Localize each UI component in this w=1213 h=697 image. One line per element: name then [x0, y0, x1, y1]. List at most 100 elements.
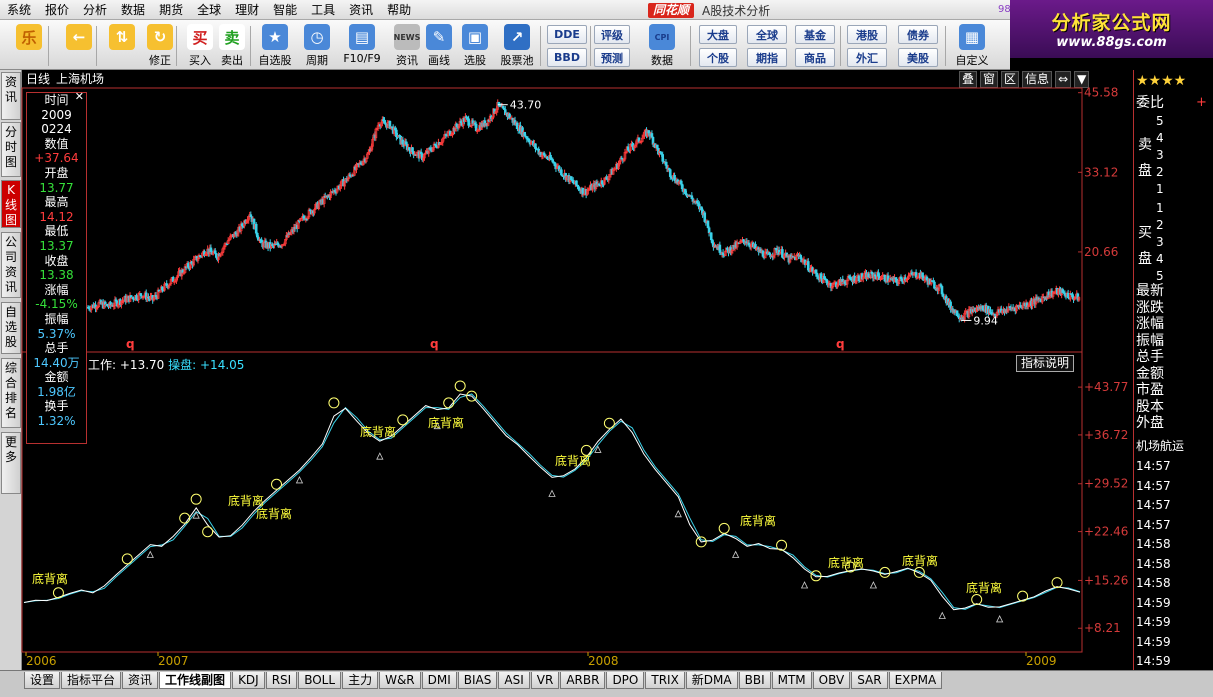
toolbar-button-11[interactable]: ▣ 选股	[458, 24, 492, 68]
bottom-tab-17[interactable]: BBI	[738, 672, 771, 689]
bottom-tab-1[interactable]: 指标平台	[61, 672, 122, 689]
left-tab-4[interactable]: 自选股	[1, 302, 21, 354]
kline-chart[interactable]: 45.5833.1220.6643.709.94q q q+43.77+36.72+…	[0, 0, 1213, 697]
left-tab-1[interactable]: 分时图	[1, 122, 21, 177]
toolbar-button-10[interactable]: ✎ 画线	[422, 24, 456, 68]
menu-item-8[interactable]: 工具	[304, 0, 342, 20]
chart-head-button-4[interactable]: ⇔	[1055, 71, 1072, 88]
toolbar-button-9[interactable]: NEWS 资讯	[390, 24, 424, 68]
left-tab-0[interactable]: 资讯	[1, 72, 21, 120]
toolbar-small-button-3[interactable]: 预测	[594, 48, 630, 67]
toolbar-button-8[interactable]: ▤ F10/F9	[343, 24, 381, 68]
candle-body	[827, 283, 831, 286]
bottom-tab-20[interactable]: SAR	[851, 672, 888, 689]
candle-body	[439, 142, 442, 146]
candle-body	[171, 277, 175, 282]
bottom-tab-16[interactable]: 新DMA	[685, 672, 738, 689]
bottom-tab-9[interactable]: DMI	[421, 672, 457, 689]
chart-head-button-5[interactable]: ▼	[1074, 71, 1090, 88]
toolbar-small-button-8[interactable]: 债券	[898, 25, 938, 44]
chart-head-button-1[interactable]: 窗	[980, 71, 999, 88]
bottom-tab-6[interactable]: BOLL	[298, 672, 342, 689]
candle-body	[671, 177, 674, 180]
menu-item-0[interactable]: 系统	[0, 0, 38, 20]
bottom-tab-12[interactable]: VR	[530, 672, 560, 689]
toolbar-button-14[interactable]: ▦ 自定义	[955, 24, 989, 68]
toolbar-small-button-4[interactable]: 大盘	[699, 25, 737, 44]
candle-body	[627, 150, 631, 152]
toolbar-small-button-13[interactable]: 美股	[898, 48, 938, 67]
toolbar-button-3[interactable]: ↻ 修正	[143, 24, 177, 68]
toolbar-small-button-10[interactable]: 期指	[747, 48, 787, 67]
bottom-tab-18[interactable]: MTM	[771, 672, 812, 689]
toolbar-small-button-2[interactable]: BBD	[547, 48, 587, 67]
menu-item-5[interactable]: 全球	[190, 0, 228, 20]
left-tab-5[interactable]: 综合排名	[1, 358, 21, 428]
menu-item-2[interactable]: 分析	[76, 0, 114, 20]
bottom-tab-2[interactable]: 资讯	[122, 672, 159, 689]
left-tab-6[interactable]: 更多	[1, 432, 21, 494]
signal-circle	[695, 536, 707, 548]
bottom-tab-4[interactable]: KDJ	[232, 672, 265, 689]
chart-head-button-3[interactable]: 信息	[1022, 71, 1053, 88]
bottom-tab-21[interactable]: EXPMA	[888, 672, 943, 689]
toolbar-small-button-12[interactable]: 外汇	[847, 48, 887, 67]
bottom-tab-11[interactable]: ASI	[498, 672, 530, 689]
bottom-tab-3[interactable]: 工作线副图	[159, 672, 232, 689]
menu-item-10[interactable]: 帮助	[380, 0, 418, 20]
bottom-tab-5[interactable]: RSI	[265, 672, 298, 689]
chart-period[interactable]: 日线	[26, 70, 50, 88]
candle-body	[497, 101, 501, 106]
bottom-tab-14[interactable]: DPO	[606, 672, 645, 689]
candlesticks	[86, 99, 1081, 323]
toolbar-small-button-7[interactable]: 港股	[847, 25, 887, 44]
toolbar-button-12[interactable]: ↗ 股票池	[500, 24, 534, 68]
bottom-tab-19[interactable]: OBV	[812, 672, 851, 689]
chart-head-button-0[interactable]: 叠	[959, 71, 978, 88]
bottom-tab-0[interactable]: 设置	[24, 672, 61, 689]
menu-item-4[interactable]: 期货	[152, 0, 190, 20]
candle-body	[820, 278, 824, 284]
toolbar-small-button-0[interactable]: DDE	[547, 25, 587, 44]
chart-head-button-2[interactable]: 区	[1001, 71, 1020, 88]
menu-item-3[interactable]: 数据	[114, 0, 152, 20]
menu-item-9[interactable]: 资讯	[342, 0, 380, 20]
candle-body	[900, 278, 904, 282]
candle-body	[108, 302, 111, 307]
bottom-tab-7[interactable]: 主力	[342, 672, 379, 689]
candle-body	[859, 273, 863, 282]
bottom-tab-13[interactable]: ARBR	[560, 672, 606, 689]
toolbar-small-button-5[interactable]: 全球	[747, 25, 787, 44]
bottom-tab-8[interactable]: W&R	[379, 672, 421, 689]
toolbar-button-7[interactable]: ◷ 周期	[300, 24, 334, 68]
toolbar-small-button-9[interactable]: 个股	[699, 48, 737, 67]
candle-body	[402, 143, 406, 147]
left-tab-char: 资	[4, 75, 17, 89]
toolbar-button-13[interactable]: CPI 数据	[645, 24, 679, 68]
candle-body	[170, 277, 174, 280]
left-tab-2[interactable]: K线图	[1, 180, 21, 228]
menu-item-7[interactable]: 智能	[266, 0, 304, 20]
indicator-axis-label-4: +15.26	[1084, 573, 1128, 587]
bottom-tab-10[interactable]: BIAS	[457, 672, 498, 689]
toolbar-button-0[interactable]: 乐	[12, 24, 46, 68]
indicator-help-button[interactable]: 指标说明	[1016, 355, 1075, 372]
menu-item-6[interactable]: 理财	[228, 0, 266, 20]
left-tab-3[interactable]: 公司资讯	[1, 232, 21, 298]
toolbar-button-2[interactable]: ⇅	[105, 24, 139, 68]
close-icon[interactable]: ✕	[75, 90, 84, 105]
toolbar-button-1[interactable]: ←	[62, 24, 96, 68]
menu-item-1[interactable]: 报价	[38, 0, 76, 20]
bottom-tab-15[interactable]: TRIX	[645, 672, 685, 689]
candle-body	[1076, 293, 1080, 301]
left-tab-char: 合	[4, 376, 17, 390]
toolbar-small-button-11[interactable]: 商品	[795, 48, 835, 67]
candle-body	[997, 309, 1001, 313]
toolbar-button-6[interactable]: ★ 自选股	[258, 24, 292, 68]
toolbar-small-button-6[interactable]: 基金	[795, 25, 835, 44]
toolbar-button-4[interactable]: 买买入	[183, 24, 217, 68]
toolbar-button-5[interactable]: 卖卖出	[215, 24, 249, 68]
toolbar-small-button-1[interactable]: 评级	[594, 25, 630, 44]
candle-body	[1010, 307, 1014, 310]
left-tab-char: 公	[4, 235, 17, 249]
